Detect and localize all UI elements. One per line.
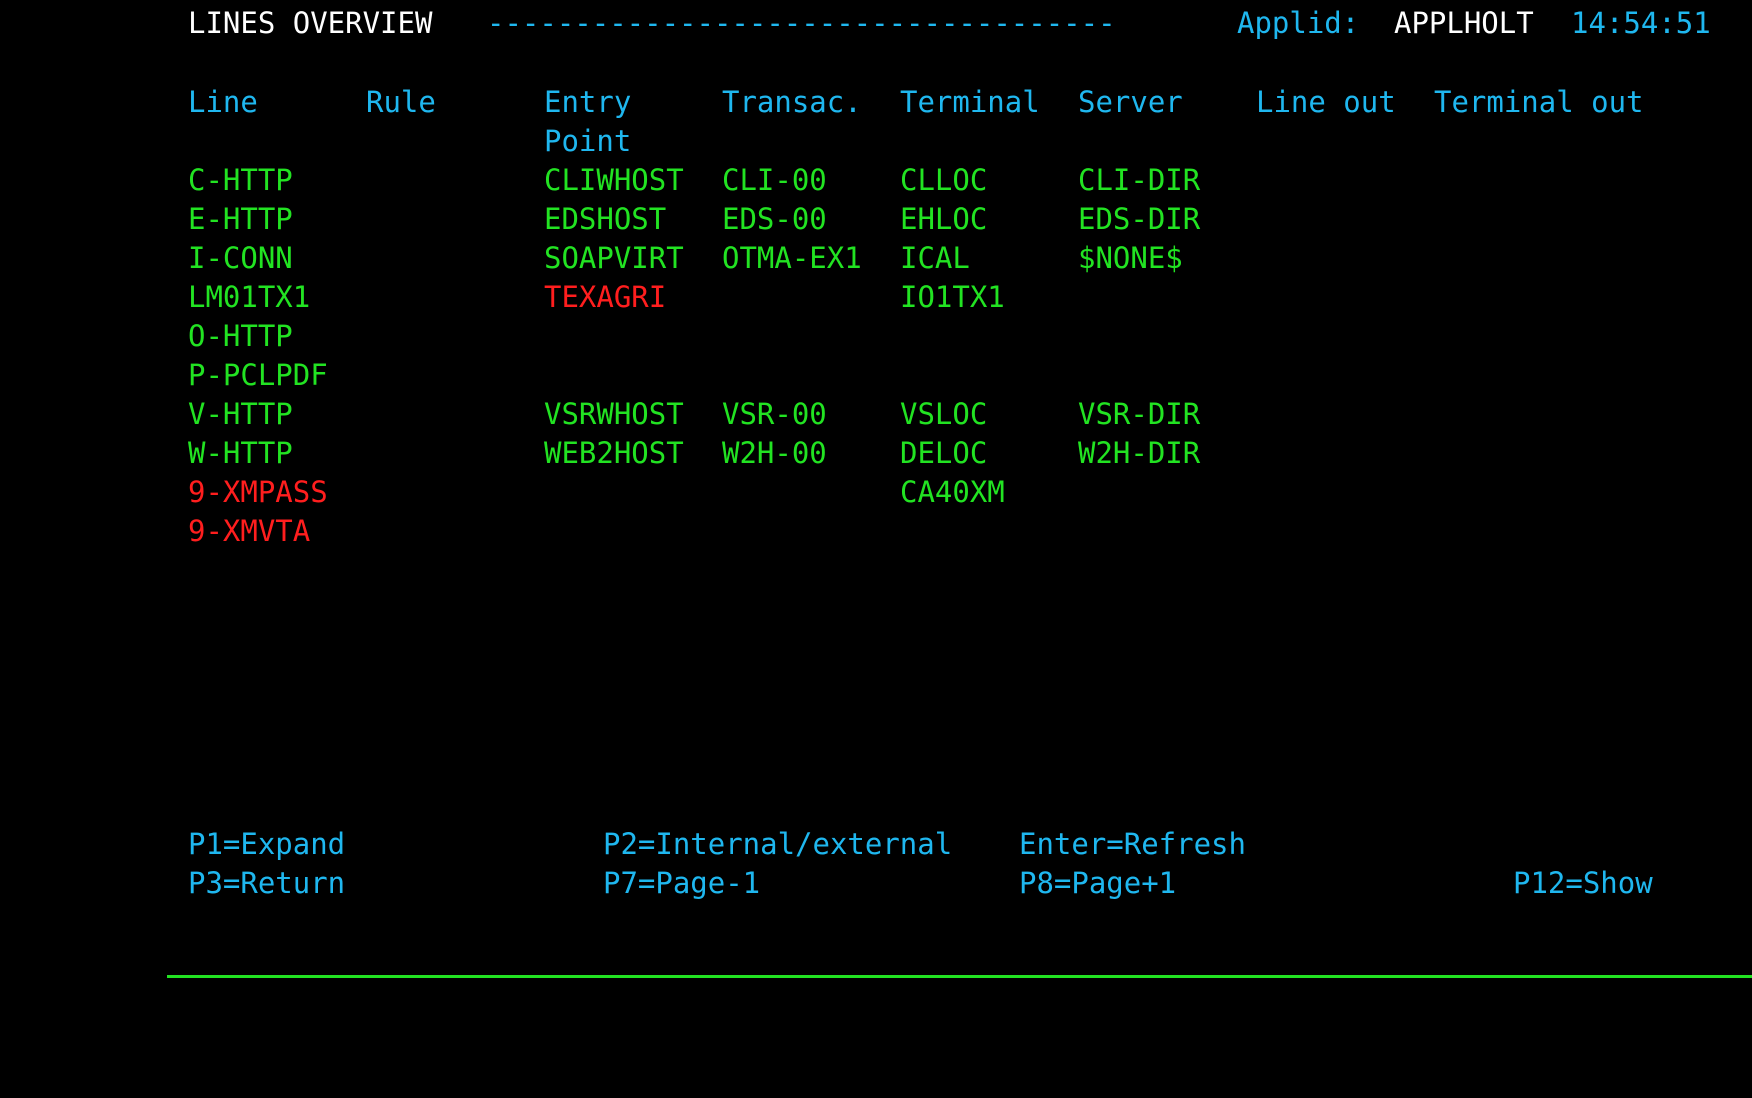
row-entry-point-error: TEXAGRI bbox=[544, 280, 667, 314]
row-line[interactable]: LM01TX1 bbox=[188, 278, 310, 317]
col-header-entry: Entry bbox=[544, 85, 632, 119]
col-header-line: Line bbox=[188, 85, 258, 119]
row-line[interactable]: O-HTTP bbox=[188, 317, 293, 356]
table-row[interactable]: V-HTTP VSRWHOST VSR-00 VSLOC VSR-DIR bbox=[0, 395, 1752, 434]
column-header-row: Line Rule Entry Transac. Terminal Server… bbox=[0, 83, 1752, 122]
row-transac: VSR-00 bbox=[722, 397, 827, 431]
pf7-page-back-key[interactable]: P7=Page-1 bbox=[603, 864, 760, 903]
column-header-row-2: Point bbox=[0, 122, 1752, 161]
pf3-return-key[interactable]: P3=Return bbox=[188, 864, 345, 903]
pf-keys-row-2: P3=Return P7=Page-1 P8=Page+1 P12=Show bbox=[0, 864, 1752, 903]
row-entry-point: SOAPVIRT bbox=[544, 241, 684, 275]
col-header-terminal-out: Terminal out bbox=[1434, 85, 1644, 119]
enter-refresh-key[interactable]: Enter=Refresh bbox=[1019, 825, 1246, 864]
pf-keys-row-1: P1=Expand P2=Internal/external Enter=Ref… bbox=[0, 825, 1752, 864]
row-server: EDS-DIR bbox=[1078, 202, 1201, 236]
table-row[interactable]: LM01TX1 TEXAGRI IO1TX1 bbox=[0, 278, 1752, 317]
row-terminal: IO1TX1 bbox=[900, 280, 1005, 314]
col-header-entry-point: Point bbox=[544, 124, 632, 158]
table-row[interactable]: W-HTTP WEB2HOST W2H-00 DELOC W2H-DIR bbox=[0, 434, 1752, 473]
clock-time: 14:54:51 bbox=[1571, 6, 1711, 40]
row-terminal: CLLOC bbox=[900, 163, 988, 197]
pf8-page-forward-key[interactable]: P8=Page+1 bbox=[1019, 864, 1176, 903]
row-terminal: CA40XM bbox=[900, 475, 1005, 509]
table-row[interactable]: I-CONN SOAPVIRT OTMA-EX1 ICAL $NONE$ bbox=[0, 239, 1752, 278]
row-transac: W2H-00 bbox=[722, 436, 827, 470]
row-terminal: EHLOC bbox=[900, 202, 988, 236]
col-header-transac: Transac. bbox=[722, 85, 862, 119]
table-row[interactable]: P-PCLPDF bbox=[0, 356, 1752, 395]
col-header-terminal: Terminal bbox=[900, 85, 1040, 119]
row-server: W2H-DIR bbox=[1078, 436, 1201, 470]
pf1-expand-key[interactable]: P1=Expand bbox=[188, 825, 345, 864]
row-line[interactable]: I-CONN bbox=[188, 239, 293, 278]
row-transac: CLI-00 bbox=[722, 163, 827, 197]
row-entry-point: EDSHOST bbox=[544, 202, 667, 236]
row-line[interactable]: E-HTTP bbox=[188, 200, 293, 239]
row-terminal: VSLOC bbox=[900, 397, 988, 431]
col-header-server: Server bbox=[1078, 85, 1183, 119]
row-server: CLI-DIR bbox=[1078, 163, 1201, 197]
row-line-error[interactable]: 9-XMPASS bbox=[188, 473, 328, 512]
row-terminal: ICAL bbox=[900, 241, 970, 275]
row-entry-point: VSRWHOST bbox=[544, 397, 684, 431]
applid-label: Applid: bbox=[1237, 6, 1360, 40]
row-line-error[interactable]: 9-XMVTA bbox=[188, 512, 310, 551]
row-server: $NONE$ bbox=[1078, 241, 1183, 275]
row-transac: OTMA-EX1 bbox=[722, 241, 862, 275]
row-line[interactable]: W-HTTP bbox=[188, 434, 293, 473]
row-transac: EDS-00 bbox=[722, 202, 827, 236]
header-dashes: ------------------------------------ bbox=[487, 6, 1116, 40]
row-line[interactable]: P-PCLPDF bbox=[188, 356, 328, 395]
page-title: LINES OVERVIEW bbox=[188, 6, 433, 40]
pf2-internal-external-key[interactable]: P2=Internal/external bbox=[603, 825, 952, 864]
header-row: LINES OVERVIEW -------------------------… bbox=[0, 4, 1752, 43]
row-entry-point: WEB2HOST bbox=[544, 436, 684, 470]
col-header-line-out: Line out bbox=[1256, 85, 1396, 119]
pf12-show-key[interactable]: P12=Show bbox=[1513, 864, 1653, 903]
row-line[interactable]: V-HTTP bbox=[188, 395, 293, 434]
table-row[interactable]: E-HTTP EDSHOST EDS-00 EHLOC EDS-DIR bbox=[0, 200, 1752, 239]
applid-value: APPLHOLT bbox=[1394, 6, 1534, 40]
row-line[interactable]: C-HTTP bbox=[188, 161, 293, 200]
col-header-rule: Rule bbox=[366, 85, 436, 119]
table-row[interactable]: C-HTTP CLIWHOST CLI-00 CLLOC CLI-DIR bbox=[0, 161, 1752, 200]
row-entry-point: CLIWHOST bbox=[544, 163, 684, 197]
table-row[interactable]: O-HTTP bbox=[0, 317, 1752, 356]
terminal-screen: LINES OVERVIEW -------------------------… bbox=[0, 0, 1752, 978]
table-row[interactable]: 9-XMPASS CA40XM bbox=[0, 473, 1752, 512]
row-terminal: DELOC bbox=[900, 436, 988, 470]
table-row[interactable]: 9-XMVTA bbox=[0, 512, 1752, 551]
row-server: VSR-DIR bbox=[1078, 397, 1201, 431]
